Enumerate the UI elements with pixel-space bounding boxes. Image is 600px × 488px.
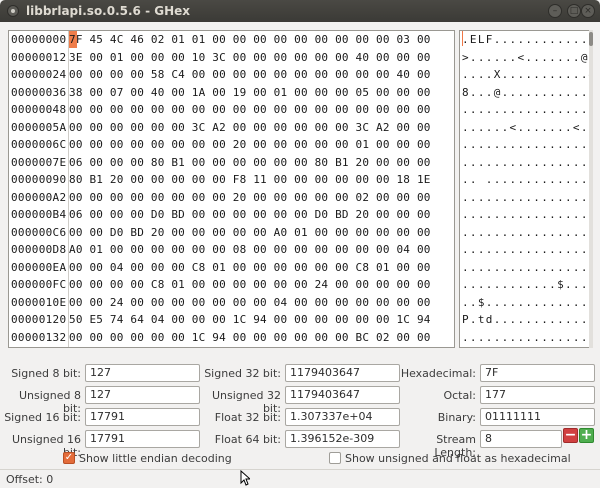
hex-row: 00 00 D0 BD 20 00 00 00 00 00 A0 01 00 0…	[69, 225, 431, 239]
ascii-row: ..................	[462, 330, 589, 344]
ascii-row: P.td..............	[462, 313, 589, 326]
hex-row: 00 00 04 00 00 00 C8 01 00 00 00 00 00 0…	[69, 260, 431, 274]
ascii-view[interactable]: .ELF.............. >......<.......@......…	[459, 30, 590, 348]
hex-row: 3E 00 01 00 00 00 10 3C 00 00 00 00 00 0…	[69, 50, 431, 64]
minimize-button[interactable]: –	[548, 4, 562, 18]
float-64-bit-label: Float 64 bit:	[214, 433, 281, 446]
ascii-row: .. ...............	[462, 173, 589, 186]
ascii-row: ......<.......<...	[462, 120, 589, 134]
hex-row: A0 01 00 00 00 00 00 00 08 00 00 00 00 0…	[69, 243, 431, 256]
unsigned-hex-label[interactable]: Show unsigned and float as hexadecimal	[345, 452, 571, 465]
octal-label: Octal:	[443, 389, 476, 402]
hex-view[interactable]: 00000000 00000012 00000024 00000036 00000048…	[8, 30, 455, 348]
hex-bytes-column[interactable]: 7F 45 4C 46 02 01 01 00 00 00 00 00 00 0…	[69, 31, 454, 347]
signed-32-bit-label: Signed 32 bit:	[204, 367, 281, 380]
signed-16-bit-label: Signed 16 bit:	[4, 411, 81, 424]
hex-row: 50 E5 74 64 04 00 00 00 1C 94 00 00 00 0…	[69, 313, 431, 326]
offset-row: 000000B4	[11, 208, 67, 221]
signed-8-bit-field[interactable]: 127	[85, 364, 200, 382]
ascii-row: ..................	[460, 346, 589, 347]
ascii-row: ..................	[462, 243, 589, 256]
offset-row: 00000012	[11, 50, 67, 64]
ascii-row: ..$...............	[462, 295, 589, 309]
little-endian-label[interactable]: Show little endian decoding	[79, 452, 232, 465]
unsigned-8-bit-field[interactable]: 127	[85, 386, 200, 404]
offset-row: 00000000	[11, 33, 67, 46]
hex-row: 7F 45 4C 46 02 01 01 00 00 00 00 00 00 0…	[69, 33, 431, 46]
hexadecimal-label: Hexadecimal:	[400, 367, 476, 380]
offset-row: 0000007E	[11, 155, 67, 169]
increment-button[interactable]: +	[579, 428, 594, 443]
signed-32-bit-field[interactable]: 1179403647	[285, 364, 400, 382]
app-icon	[7, 5, 19, 17]
hex-row: 00 00 00 00 00 00 00 00 20 00 00 00 00 0…	[69, 190, 431, 204]
hex-row: 00 00 00 00 00 00 3C A2 00 00 00 00 00 0…	[69, 120, 431, 134]
octal-field[interactable]: 177	[480, 386, 595, 404]
offset-row: 000000C6	[11, 225, 67, 239]
offset-row: 00000048	[11, 103, 67, 116]
decrement-button[interactable]: −	[563, 428, 578, 443]
maximize-button[interactable]: □	[567, 4, 581, 18]
offset-row: 00000090	[11, 173, 67, 186]
hexadecimal-field[interactable]: 7F	[480, 364, 595, 382]
ascii-row: ..................	[462, 155, 589, 169]
hex-row: 00 00 00 00 C8 01 00 00 00 00 00 00 24 0…	[69, 278, 431, 291]
ascii-row: ............$.....	[462, 278, 589, 291]
float-32-bit-label: Float 32 bit:	[214, 411, 281, 424]
scrollbar[interactable]	[589, 30, 593, 348]
ascii-row: ..................	[462, 225, 589, 239]
offset-row: 00000036	[11, 85, 67, 99]
hex-row: 06 00 00 00 80 B1 00 00 00 00 00 00 80 B…	[69, 155, 431, 169]
float-32-bit-field[interactable]: 1.307337e+04	[285, 408, 400, 426]
offset-row: 000000D8	[11, 243, 67, 256]
hex-row: 00 00 00 00 00 00 00 00 20 00 00 00 00 0…	[69, 138, 431, 151]
signed-16-bit-field[interactable]: 17791	[85, 408, 200, 426]
binary-label: Binary:	[437, 411, 476, 424]
binary-field[interactable]: 01111111	[480, 408, 595, 426]
hex-row: 00 00 24 00 00 00 00 00 00 00 04 00 00 0…	[69, 295, 431, 309]
scrollbar-thumb[interactable]	[589, 32, 593, 46]
ascii-cursor	[462, 31, 463, 46]
offset-status: Offset: 0	[6, 473, 54, 486]
ascii-row: 8...@.............	[462, 85, 589, 99]
unsigned-hex-checkbox[interactable]	[329, 452, 341, 464]
unsigned-16-bit-field[interactable]: 17791	[85, 430, 200, 448]
hex-row: 00 00 00 00 BC 02 00 00 00 00 00 00 04 0…	[69, 346, 454, 347]
signed-8-bit-label: Signed 8 bit:	[11, 367, 81, 380]
mouse-pointer-icon	[240, 470, 250, 486]
hex-row: 06 00 00 00 D0 BD 00 00 00 00 00 00 D0 B…	[69, 208, 431, 221]
hex-row: 80 B1 20 00 00 00 00 00 F8 11 00 00 00 0…	[69, 173, 431, 186]
title-bar: libbrlapi.so.0.5.6 - GHex – □ ×	[0, 0, 600, 22]
hex-row: 00 00 00 00 00 00 1C 94 00 00 00 00 00 0…	[69, 330, 431, 344]
offset-column: 00000000 00000012 00000024 00000036 00000048…	[9, 31, 69, 347]
ascii-row: ..................	[462, 208, 589, 221]
offset-row: 000000A2	[11, 190, 67, 204]
ascii-row: ..................	[462, 138, 589, 151]
offset-row: 00000132	[11, 330, 67, 344]
stream-length-field[interactable]: 8	[480, 430, 562, 448]
float-64-bit-field[interactable]: 1.396152e-309	[285, 430, 400, 448]
offset-row: 000000EA	[11, 260, 67, 274]
status-bar: Offset: 0	[0, 469, 600, 488]
hex-row: 38 00 07 00 40 00 1A 00 19 00 01 00 00 0…	[69, 85, 431, 99]
offset-row: 000000FC	[11, 278, 67, 291]
ascii-row: ..................	[462, 260, 589, 274]
ascii-row: .ELF..............	[462, 33, 589, 46]
window-title: libbrlapi.so.0.5.6 - GHex	[26, 4, 191, 18]
ascii-row: >......<.......@...	[462, 50, 589, 64]
offset-row: 0000005A	[11, 120, 67, 134]
close-button[interactable]: ×	[581, 4, 595, 18]
unsigned-32-bit-field[interactable]: 1179403647	[285, 386, 400, 404]
offset-row: 00000120	[11, 313, 67, 326]
little-endian-checkbox[interactable]: ✓	[63, 452, 75, 464]
ascii-row: ....X...........@.	[462, 68, 589, 81]
ascii-row: ..................	[462, 103, 589, 116]
offset-row: 00000144	[9, 346, 68, 347]
offset-row: 0000010E	[11, 295, 67, 309]
hex-row: 00 00 00 00 58 C4 00 00 00 00 00 00 00 0…	[69, 68, 431, 81]
hex-row: 00 00 00 00 00 00 00 00 00 00 00 00 00 0…	[69, 103, 431, 116]
offset-row: 0000006C	[11, 138, 67, 151]
offset-row: 00000024	[11, 68, 67, 81]
ascii-row: ..................	[462, 190, 589, 204]
